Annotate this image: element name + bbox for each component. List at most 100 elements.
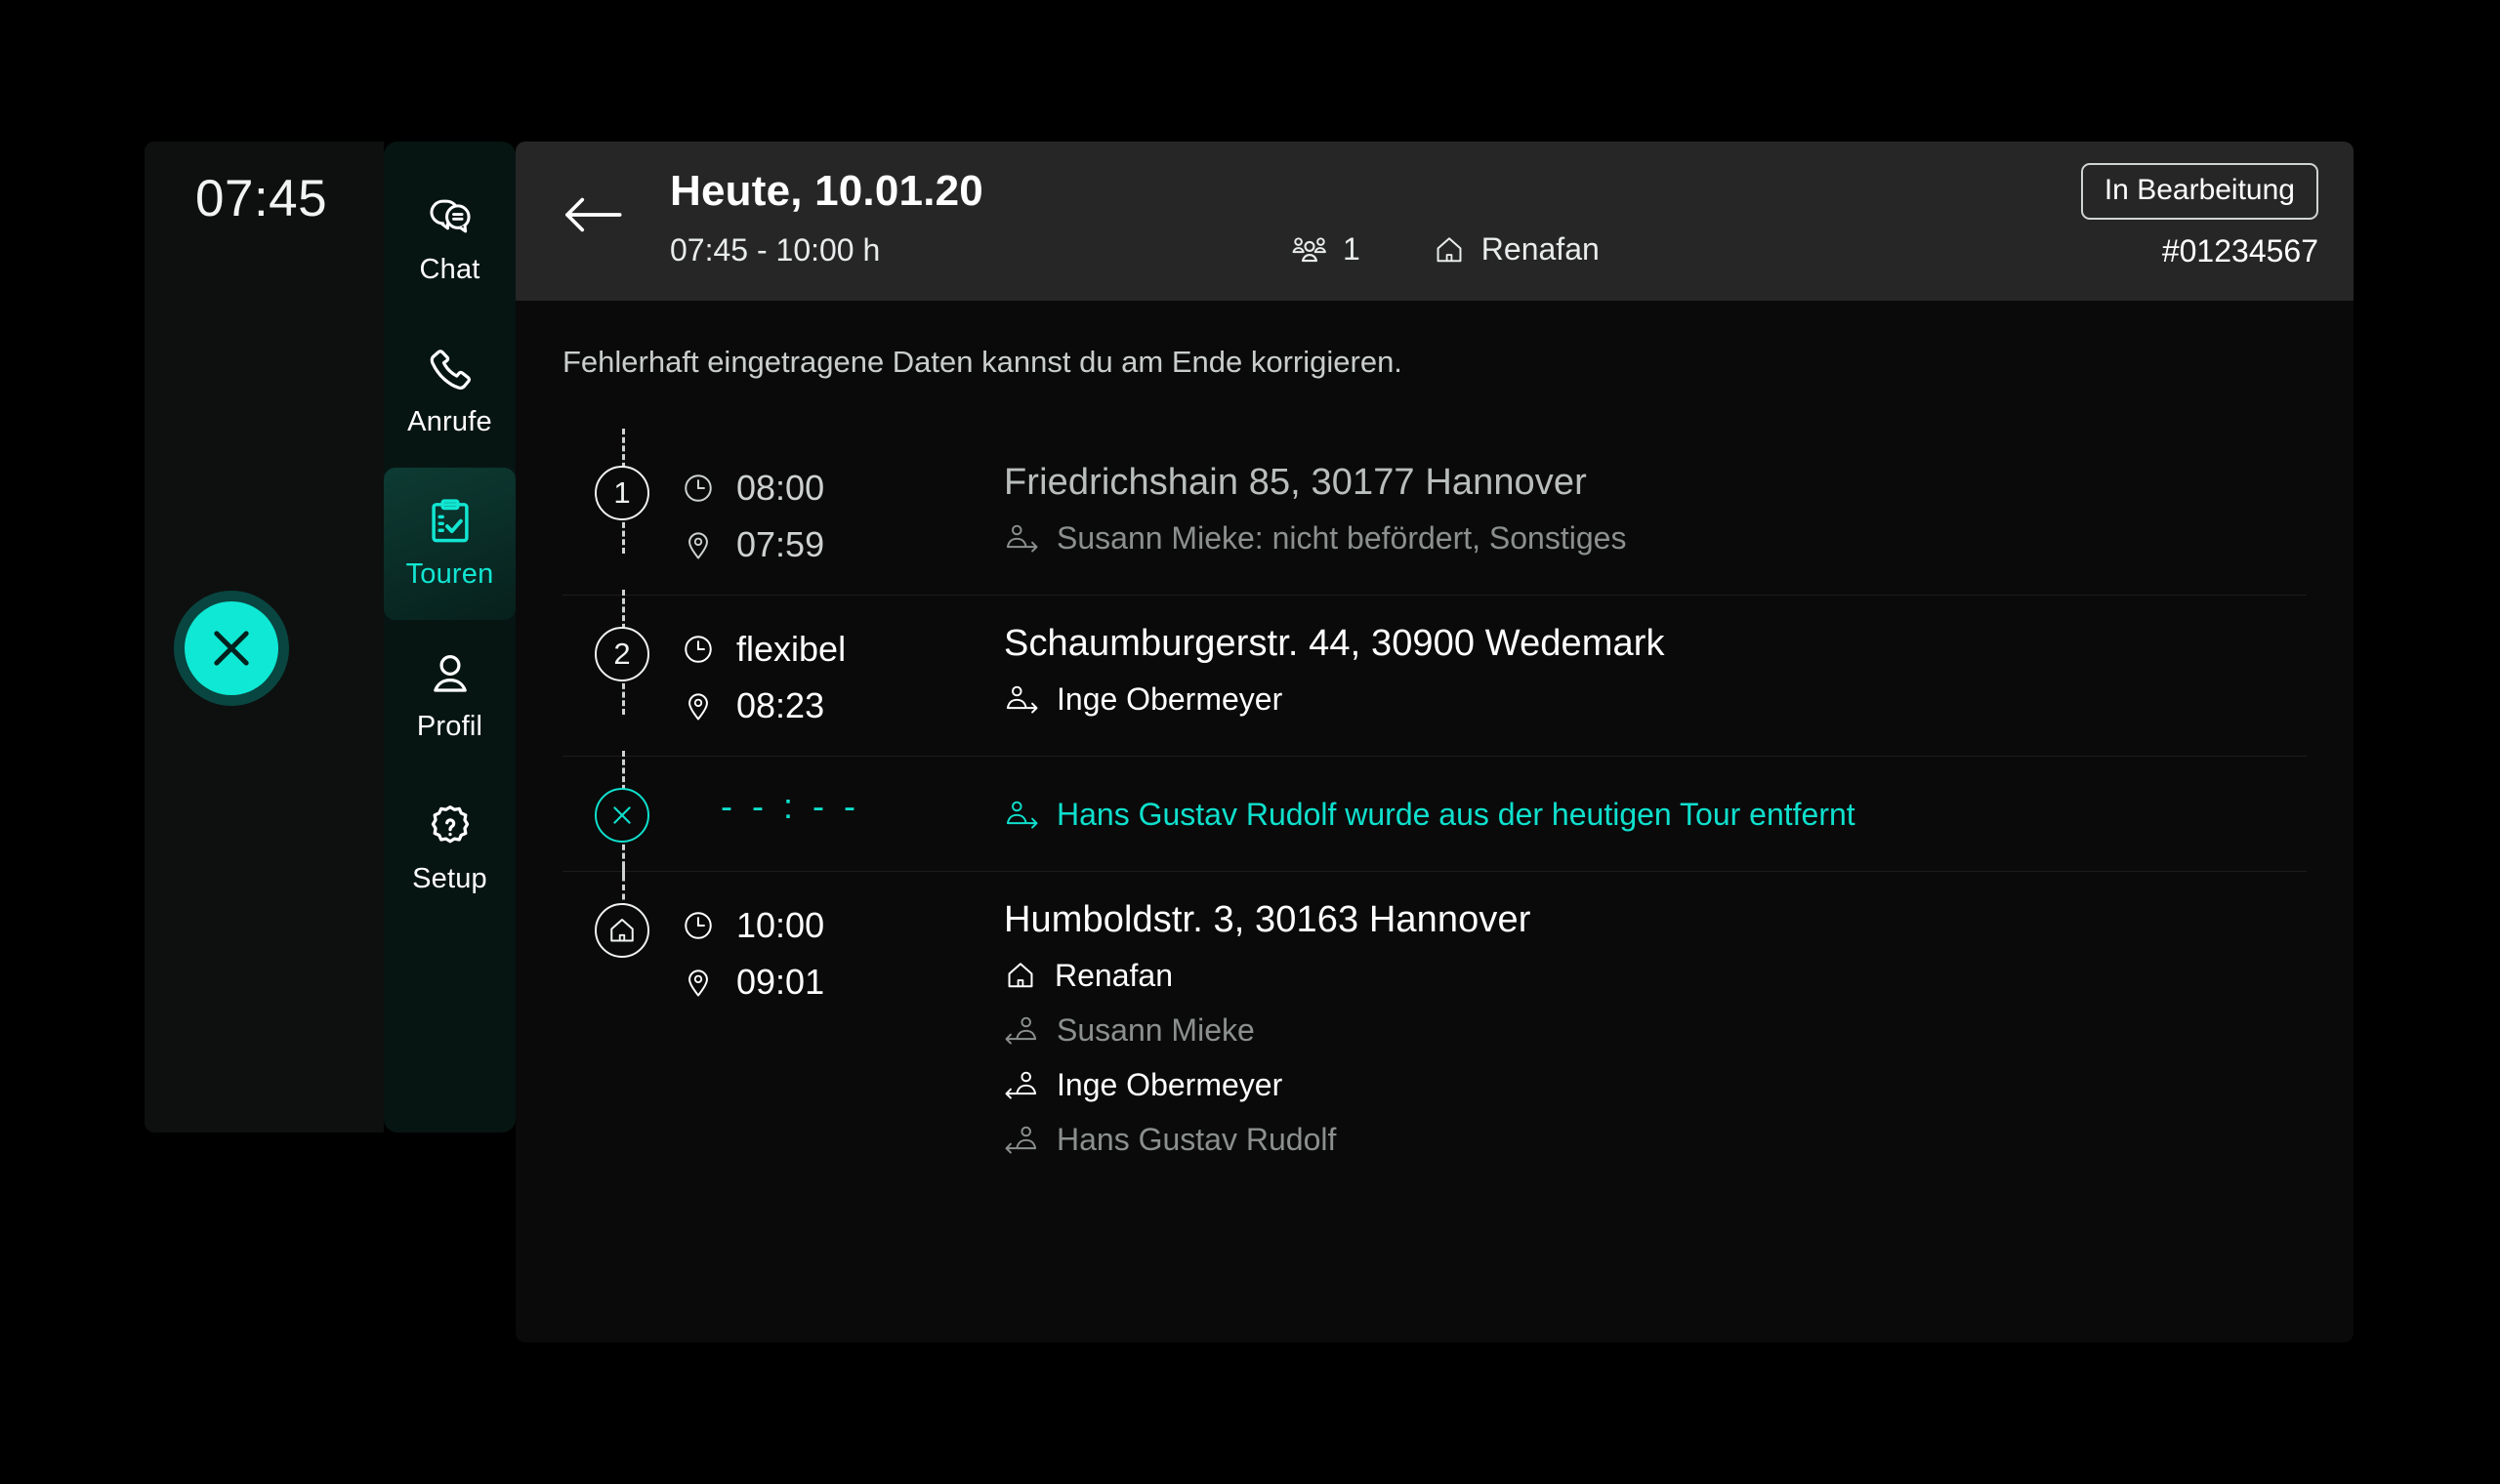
stop-address: Schaumburgerstr. 44, 30900 Wedemark — [1004, 623, 1665, 664]
timeline-info-column: Hans Gustav Rudolf wurde aus der heutige… — [1004, 782, 2307, 839]
timeline-time-column: 08:00 07:59 — [682, 460, 1004, 569]
clock-column: 07:45 — [145, 142, 384, 1133]
company-row: Renafan — [1004, 951, 2307, 1000]
company-name: Renafan — [1055, 957, 1173, 993]
timeline-row-removed[interactable]: - - : - - Hans Gustav Rudolf wurde aus d… — [562, 751, 2307, 876]
stop-address: Humboldstr. 3, 30163 Hannover — [1004, 899, 1531, 940]
planned-time: 10:00 — [736, 905, 825, 945]
sidebar-item-setup[interactable]: Setup — [384, 772, 516, 925]
stop-marker: 2 — [595, 627, 649, 681]
timeline-info-column: Humboldstr. 3, 30163 Hannover Renafan Su… — [1004, 897, 2307, 1164]
clipboard-check-icon — [431, 499, 469, 543]
stop-address: Friedrichshain 85, 30177 Hannover — [1004, 462, 1587, 503]
timeline-marker-column: 2 — [562, 590, 682, 715]
passenger-name: Susann Mieke — [1057, 1011, 1255, 1048]
phone-icon — [430, 350, 471, 390]
sidebar-item-label: Profil — [416, 711, 483, 742]
stop-marker-removed — [595, 788, 649, 843]
map-pin-icon — [688, 969, 708, 997]
timeline-time-column: flexibel 08:23 — [682, 621, 1004, 730]
passenger-dropoff-icon — [1005, 1016, 1037, 1045]
empty-time-placeholder: - - : - - — [721, 786, 860, 826]
timeline-info-column: Friedrichshain 85, 30177 Hannover Susann… — [1004, 460, 2307, 562]
correction-notice: Fehlerhaft eingetragene Daten kannst du … — [562, 345, 1402, 379]
sidebar-item-touren[interactable]: Touren — [384, 468, 516, 620]
sidebar-item-anrufe[interactable]: Anrufe — [384, 315, 516, 468]
tour-header: Heute, 10.01.20 07:45 - 10:00 h 1 Renafa… — [516, 142, 2354, 301]
timeline-time-column: 10:00 09:01 — [682, 897, 1004, 1007]
passenger-pickup-icon — [1006, 685, 1038, 714]
sidebar-item-label: Setup — [412, 863, 487, 894]
passenger-name: Hans Gustav Rudolf — [1057, 1121, 1337, 1157]
planned-time: flexibel — [736, 629, 847, 669]
stop-marker: 1 — [595, 466, 649, 520]
group-icon — [1292, 236, 1326, 262]
timeline-row[interactable]: 1 08:00 07:59 Friedrichshain 85, 30177 H… — [562, 429, 2307, 595]
timeline-row[interactable]: 10:00 09:01 Humboldstr. 3, 30163 Hannove… — [562, 866, 2307, 1189]
planned-time-row: flexibel — [682, 625, 1004, 674]
home-icon — [1008, 963, 1033, 988]
passenger-count-group: 1 — [1292, 231, 1360, 268]
sidebar-item-chat[interactable]: Chat — [384, 163, 516, 315]
sidebar-item-label: Chat — [419, 254, 480, 285]
timeline-marker-column — [562, 751, 682, 876]
passenger-dropoff-icon — [1005, 1071, 1037, 1099]
order-id: #01234567 — [2161, 233, 2318, 268]
timeline-info-column: Schaumburgerstr. 44, 30900 Wedemark Inge… — [1004, 621, 2307, 723]
actual-time-row: 09:01 — [682, 958, 1004, 1007]
clock-icon — [685, 636, 712, 663]
passenger-name: Susann Mieke: nicht befördert, Sonstiges — [1057, 519, 1627, 556]
passenger-pickup-icon — [1006, 524, 1038, 553]
close-fab-wrapper — [174, 591, 289, 706]
company-group: Renafan — [1433, 231, 1600, 268]
sidebar-item-label: Touren — [405, 558, 494, 590]
removed-passenger-message: Hans Gustav Rudolf wurde aus der heutige… — [1057, 796, 1855, 832]
timeline-marker-column — [562, 866, 682, 958]
arrow-left-icon[interactable] — [562, 195, 623, 234]
planned-time-row: 10:00 — [682, 901, 1004, 950]
timeline-row[interactable]: 2 flexibel 08:23 Schaumburgerstr. 44, 30… — [562, 590, 2307, 756]
chat-icon — [429, 199, 471, 233]
page-title: Heute, 10.01.20 — [670, 167, 983, 215]
passenger-name: Inge Obermeyer — [1057, 1066, 1283, 1102]
map-pin-icon — [688, 532, 708, 559]
close-icon — [613, 806, 631, 824]
passenger-row: Inge Obermeyer — [1004, 675, 2307, 723]
current-time: 07:45 — [195, 170, 328, 227]
actual-time: 08:23 — [736, 685, 825, 725]
passenger-row: Hans Gustav Rudolf — [1004, 1115, 2307, 1164]
clock-icon — [685, 474, 712, 502]
actual-time: 07:59 — [736, 524, 825, 564]
timeline-marker-column: 1 — [562, 429, 682, 554]
gear-help-icon — [431, 805, 469, 844]
timeline-time-column: - - : - - — [682, 782, 1004, 827]
planned-time-row: 08:00 — [682, 464, 1004, 513]
actual-time: 09:01 — [736, 962, 825, 1002]
clock-icon — [685, 912, 712, 939]
tour-meta: 1 Renafan — [1292, 231, 1600, 268]
tour-time-range: 07:45 - 10:00 h — [670, 232, 881, 268]
content-panel: Heute, 10.01.20 07:45 - 10:00 h 1 Renafa… — [516, 142, 2354, 1342]
passenger-row: Susann Mieke: nicht befördert, Sonstiges — [1004, 514, 2307, 562]
passenger-row: Susann Mieke — [1004, 1006, 2307, 1054]
company-name: Renafan — [1480, 231, 1600, 267]
app-window: 07:45 Chat Anrufe Touren Profil Setup He… — [145, 142, 2354, 1342]
planned-time: 08:00 — [736, 468, 825, 508]
removed-passenger-row: Hans Gustav Rudolf wurde aus der heutige… — [1004, 790, 2307, 839]
stop-marker-home — [595, 903, 649, 958]
actual-time-row: 07:59 — [682, 520, 1004, 569]
passenger-name: Inge Obermeyer — [1057, 680, 1283, 717]
close-fab-button[interactable] — [185, 601, 278, 695]
map-pin-icon — [688, 693, 708, 721]
sidebar-item-profil[interactable]: Profil — [384, 620, 516, 772]
sidebar-item-label: Anrufe — [407, 406, 492, 437]
passenger-row: Inge Obermeyer — [1004, 1060, 2307, 1109]
close-icon — [214, 631, 249, 666]
passenger-dropoff-icon — [1005, 1126, 1037, 1154]
actual-time-row: 08:23 — [682, 681, 1004, 730]
home-icon — [610, 919, 634, 942]
status-badge[interactable]: In Bearbeitung — [2080, 163, 2318, 220]
home-icon — [1437, 236, 1462, 262]
sidebar-nav: Chat Anrufe Touren Profil Setup — [384, 142, 516, 1133]
tour-timeline: 1 08:00 07:59 Friedrichshain 85, 30177 H… — [516, 429, 2354, 1189]
